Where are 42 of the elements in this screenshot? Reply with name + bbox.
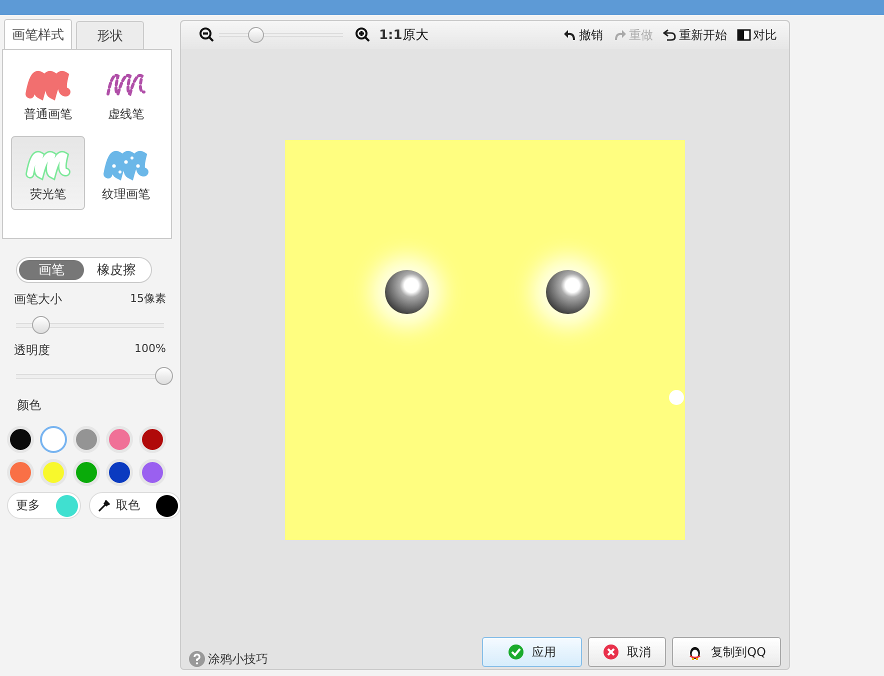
toggle-option[interactable]: 画笔 (19, 260, 84, 280)
color-swatch[interactable] (40, 426, 67, 453)
curved-arrow-icon (613, 28, 627, 42)
glossy-sphere (385, 270, 429, 314)
brush-cursor (669, 390, 684, 405)
tab[interactable]: 形状 (76, 21, 144, 49)
brush-style-option[interactable]: 虚线笔 (89, 56, 163, 130)
toggle-option[interactable]: 橡皮擦 (84, 260, 149, 280)
check-circle-icon (508, 644, 524, 660)
help-icon[interactable] (189, 651, 205, 667)
glossy-sphere (546, 270, 590, 314)
action-button[interactable]: 取消 (588, 637, 666, 667)
toolbar-button[interactable]: 撤销 (563, 26, 603, 44)
zoom-slider-thumb[interactable] (248, 27, 264, 43)
colors-label: 颜色 (17, 397, 42, 414)
slider-thumb[interactable] (32, 316, 50, 334)
penguin-icon (687, 644, 704, 660)
brush-style-option[interactable]: 荧光笔 (11, 136, 85, 210)
toolbar-button[interactable]: 对比 (737, 26, 777, 44)
pick-color-button[interactable]: 取色 (89, 492, 181, 519)
brush-style-option[interactable]: 纹理画笔 (89, 136, 163, 210)
slider-reading: 100% (134, 342, 166, 357)
more-colors-button[interactable]: 更多 (7, 492, 81, 519)
eyedropper-icon (98, 500, 110, 512)
slider-reading: 15像素 (130, 291, 166, 307)
zoom-in-icon[interactable] (355, 27, 371, 43)
split-square-icon (737, 28, 751, 42)
brush-style-option[interactable]: 普通画笔 (11, 56, 85, 130)
action-button[interactable]: 应用 (482, 637, 582, 667)
action-button[interactable]: 复制到QQ (672, 637, 781, 667)
slider-label: 画笔大小 (14, 291, 62, 308)
zoom-ratio[interactable]: 1:1 (379, 28, 402, 42)
tab[interactable]: 画笔样式 (4, 19, 72, 49)
back-arrow-icon (663, 28, 677, 42)
slider-label: 透明度 (14, 342, 50, 359)
zoom-out-icon[interactable] (199, 27, 215, 43)
curved-arrow-icon (563, 28, 577, 42)
original-size-label[interactable]: 原大 (402, 26, 428, 44)
toolbar-button[interactable]: 重新开始 (663, 26, 727, 44)
close-circle-icon (603, 644, 620, 660)
tips-link[interactable]: 涂鸦小技巧 (208, 650, 268, 668)
slider-thumb[interactable] (155, 367, 173, 385)
